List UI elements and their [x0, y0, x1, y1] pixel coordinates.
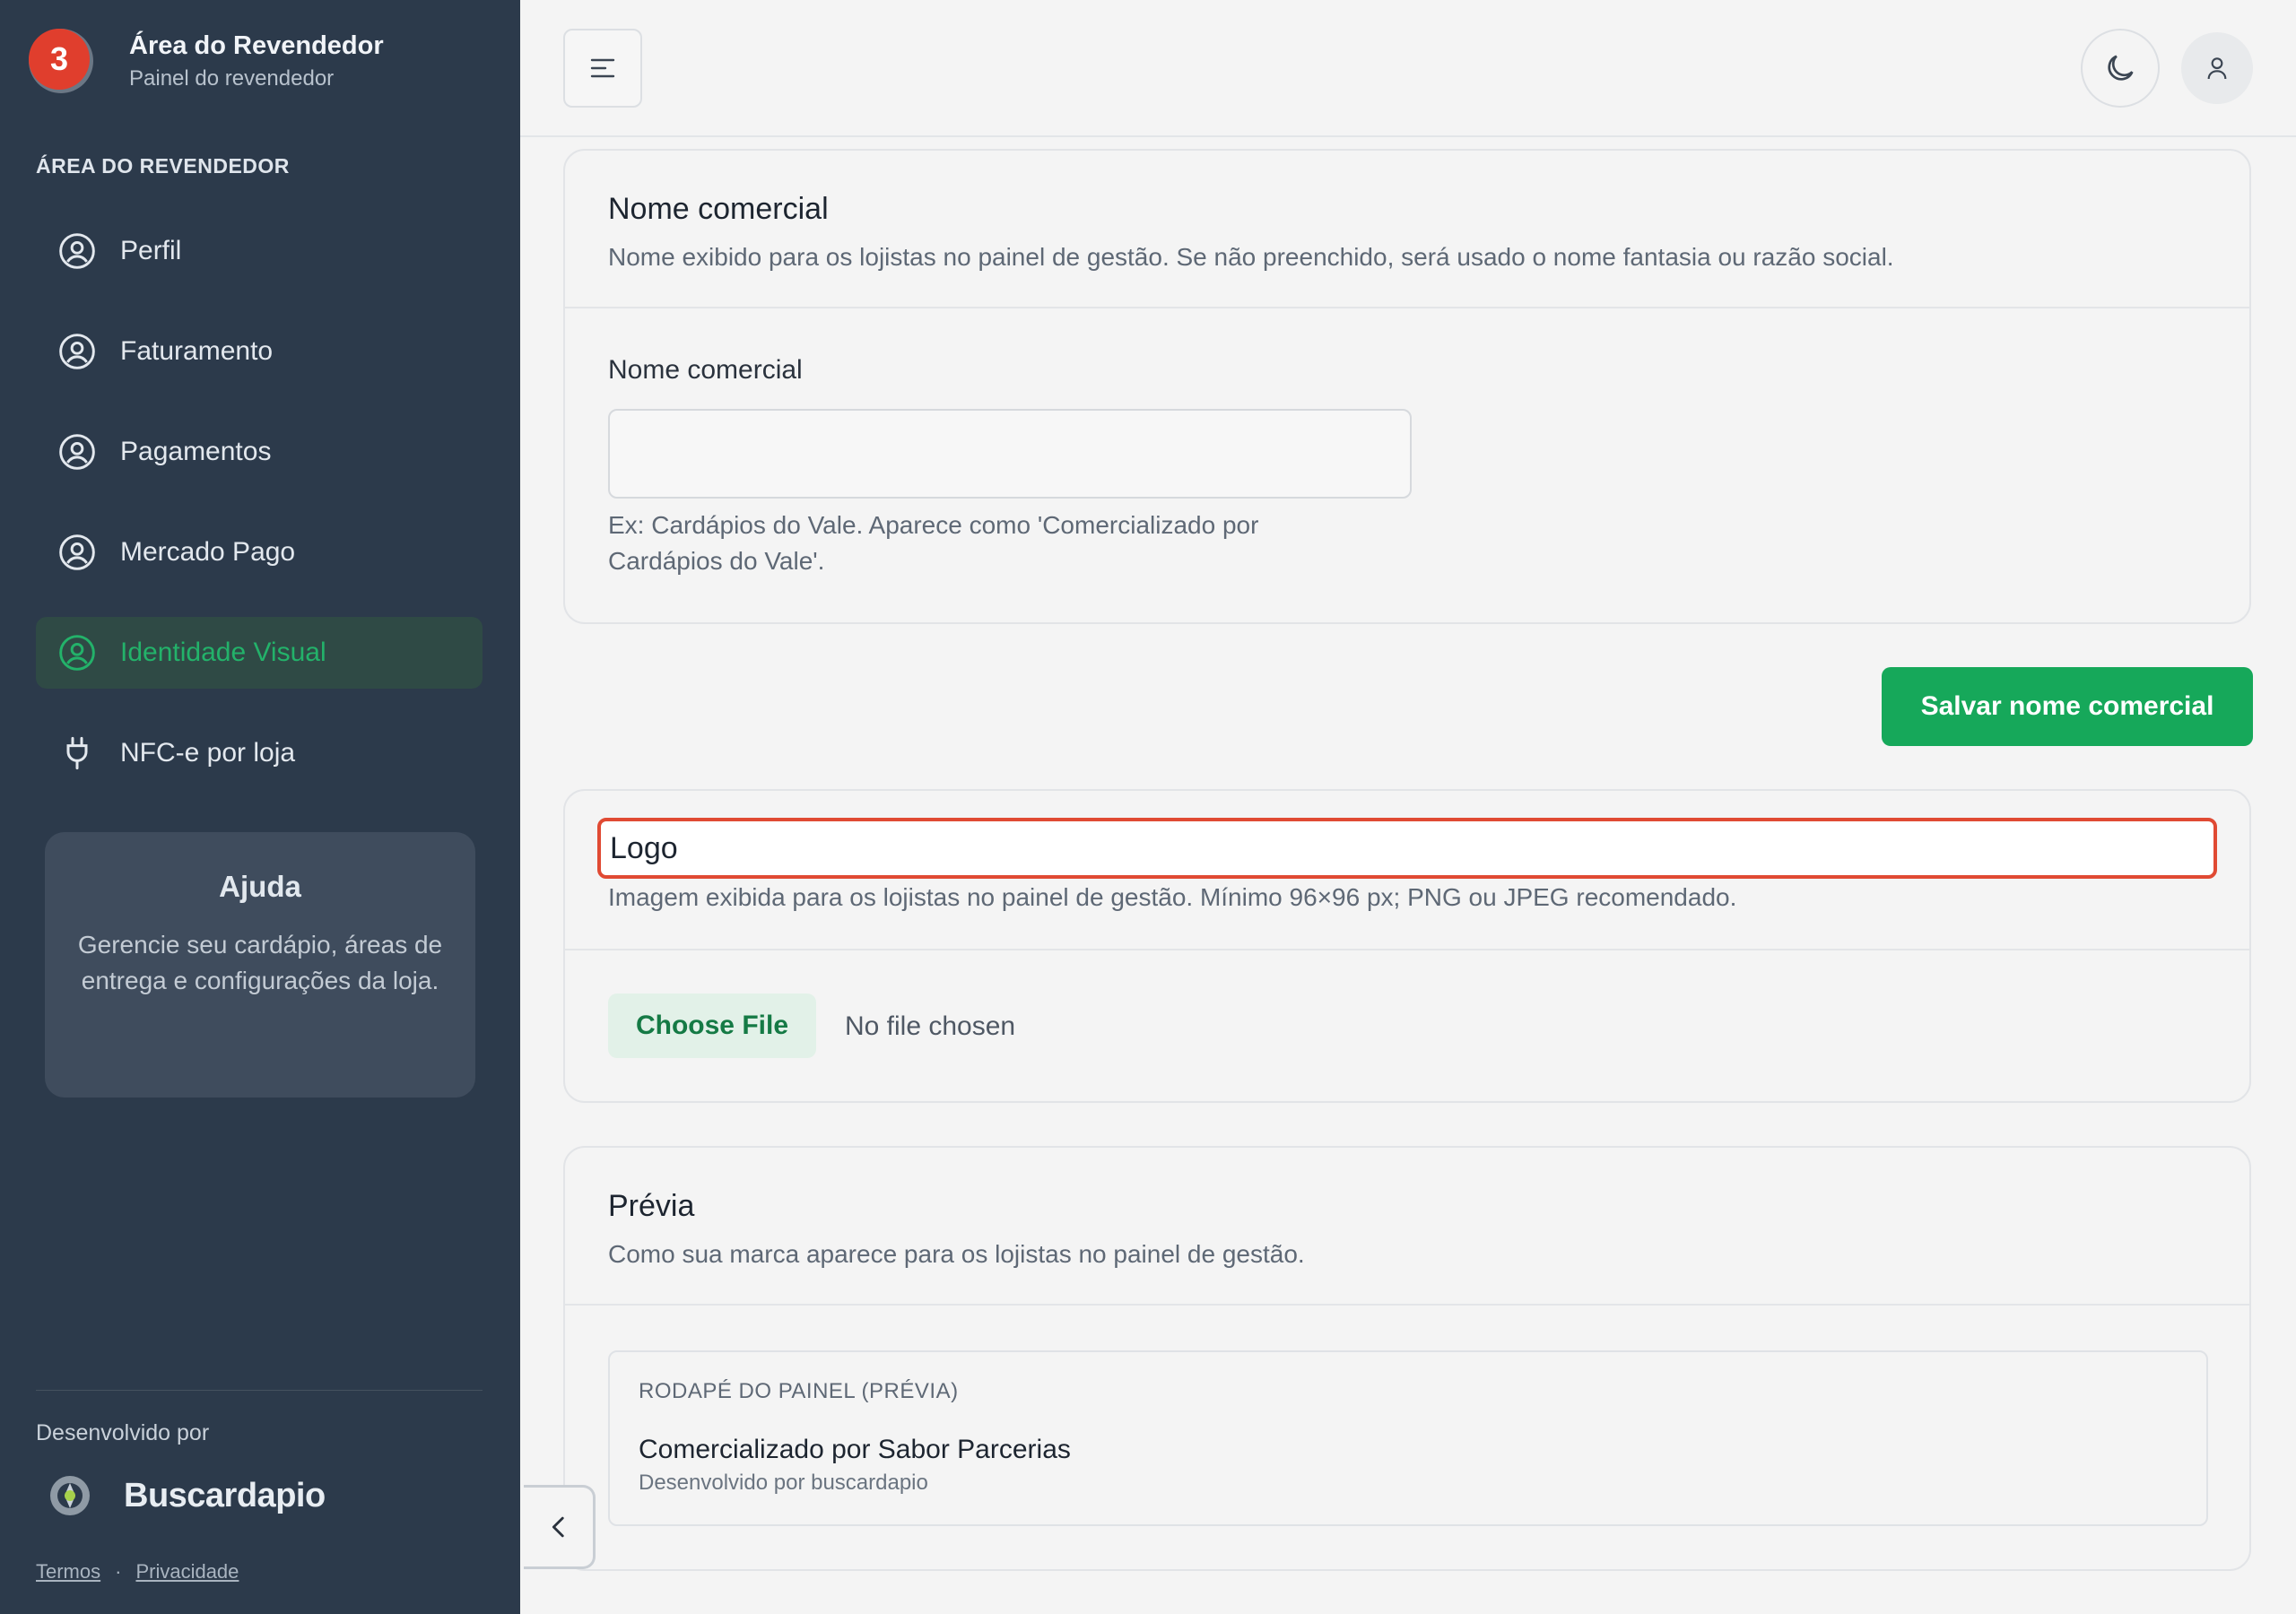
- plug-icon: [57, 733, 97, 773]
- card-title: Prévia: [608, 1189, 695, 1223]
- theme-toggle-button[interactable]: [2081, 29, 2160, 108]
- dev-brand[interactable]: Buscardapio: [48, 1474, 326, 1517]
- sidebar-nav: Perfil Faturamento Pagamentos Mercado Pa…: [36, 215, 483, 818]
- preview-label: RODAPÉ DO PAINEL (PRÉVIA): [639, 1379, 959, 1403]
- sidebar-item-label: Pagamentos: [120, 437, 272, 466]
- help-text: Gerencie seu cardápio, áreas de entrega …: [77, 931, 443, 994]
- brand-logo: 3: [29, 29, 93, 93]
- sidebar-item-pagamentos[interactable]: Pagamentos: [36, 416, 483, 488]
- card-description: Imagem exibida para os lojistas no paine…: [608, 883, 1737, 911]
- terms-link[interactable]: Termos: [36, 1560, 100, 1583]
- save-commercial-name-button[interactable]: Salvar nome comercial: [1882, 667, 2253, 746]
- hamburger-icon: [590, 58, 615, 78]
- menu-button[interactable]: [563, 29, 642, 108]
- sidebar-divider: [36, 1390, 483, 1391]
- commercial-name-card: Nome comercial Nome exibido para os loji…: [563, 149, 2251, 624]
- choose-file-button[interactable]: Choose File: [608, 994, 816, 1058]
- sidebar-item-mercado-pago[interactable]: Mercado Pago: [36, 516, 483, 588]
- sidebar-item-nfce[interactable]: NFC-e por loja: [36, 717, 483, 789]
- footer-preview-box: RODAPÉ DO PAINEL (PRÉVIA) Comercializado…: [608, 1350, 2208, 1526]
- collapse-sidebar-button[interactable]: [524, 1485, 596, 1569]
- file-status: No file chosen: [845, 1011, 1016, 1041]
- commercial-name-hint: Ex: Cardápios do Vale. Aparece como 'Com…: [608, 511, 1259, 575]
- notification-badge[interactable]: 3: [29, 29, 90, 90]
- user-circle-icon: [57, 533, 97, 572]
- card-header: Prévia Como sua marca aparece para os lo…: [565, 1148, 2249, 1306]
- card-description: Nome exibido para os lojistas no painel …: [608, 243, 1894, 271]
- user-circle-icon: [57, 332, 97, 371]
- sidebar-item-identidade-visual[interactable]: Identidade Visual: [36, 617, 483, 689]
- commercial-name-input[interactable]: [608, 409, 1412, 499]
- sidebar-item-label: Mercado Pago: [120, 537, 296, 567]
- privacy-link[interactable]: Privacidade: [135, 1560, 239, 1583]
- user-menu-button[interactable]: [2181, 32, 2253, 104]
- buscardapio-logo-icon: [50, 1476, 90, 1515]
- brand-subtitle: Painel do revendedor: [129, 65, 335, 91]
- preview-main-text: Comercializado por Sabor Parcerias: [639, 1435, 1071, 1464]
- developed-by-label: Desenvolvido por: [36, 1420, 210, 1445]
- sidebar-item-label: Faturamento: [120, 336, 274, 366]
- chevron-left-icon: [552, 1516, 564, 1538]
- user-circle-icon: [57, 231, 97, 271]
- user-icon: [2207, 57, 2227, 80]
- sidebar-section-label: ÁREA DO REVENDEDOR: [36, 154, 290, 178]
- sidebar-item-perfil[interactable]: Perfil: [36, 215, 483, 287]
- help-title: Ajuda: [219, 870, 301, 903]
- brand[interactable]: 3 Área do Revendedor Painel do revendedo…: [29, 29, 384, 93]
- dev-brand-name: Buscardapio: [124, 1476, 326, 1514]
- help-card: Ajuda Gerencie seu cardápio, áreas de en…: [45, 832, 475, 1098]
- user-circle-icon: [57, 633, 97, 672]
- sidebar-item-label: NFC-e por loja: [120, 738, 296, 768]
- sidebar: 3 Área do Revendedor Painel do revendedo…: [0, 0, 520, 1614]
- preview-sub-text: Desenvolvido por buscardapio: [639, 1471, 928, 1495]
- card-title: Logo: [610, 830, 678, 865]
- sidebar-item-label: Identidade Visual: [120, 638, 326, 667]
- preview-card: Prévia Como sua marca aparece para os lo…: [563, 1146, 2251, 1571]
- moon-icon: [2108, 55, 2134, 81]
- card-description: Como sua marca aparece para os lojistas …: [608, 1240, 1305, 1268]
- legal-separator: ·: [115, 1560, 122, 1583]
- brand-text: Área do Revendedor Painel do revendedor: [129, 31, 384, 91]
- brand-title: Área do Revendedor: [129, 30, 384, 60]
- user-circle-icon: [57, 432, 97, 472]
- commercial-name-label: Nome comercial: [608, 355, 803, 385]
- logo-title-highlight: Logo: [597, 818, 2217, 879]
- card-title: Nome comercial: [608, 192, 829, 226]
- legal-links: Termos · Privacidade: [36, 1560, 239, 1584]
- card-header: Nome comercial Nome exibido para os loji…: [565, 151, 2249, 308]
- top-header: [520, 0, 2296, 137]
- sidebar-item-faturamento[interactable]: Faturamento: [36, 316, 483, 387]
- sidebar-item-label: Perfil: [120, 236, 182, 265]
